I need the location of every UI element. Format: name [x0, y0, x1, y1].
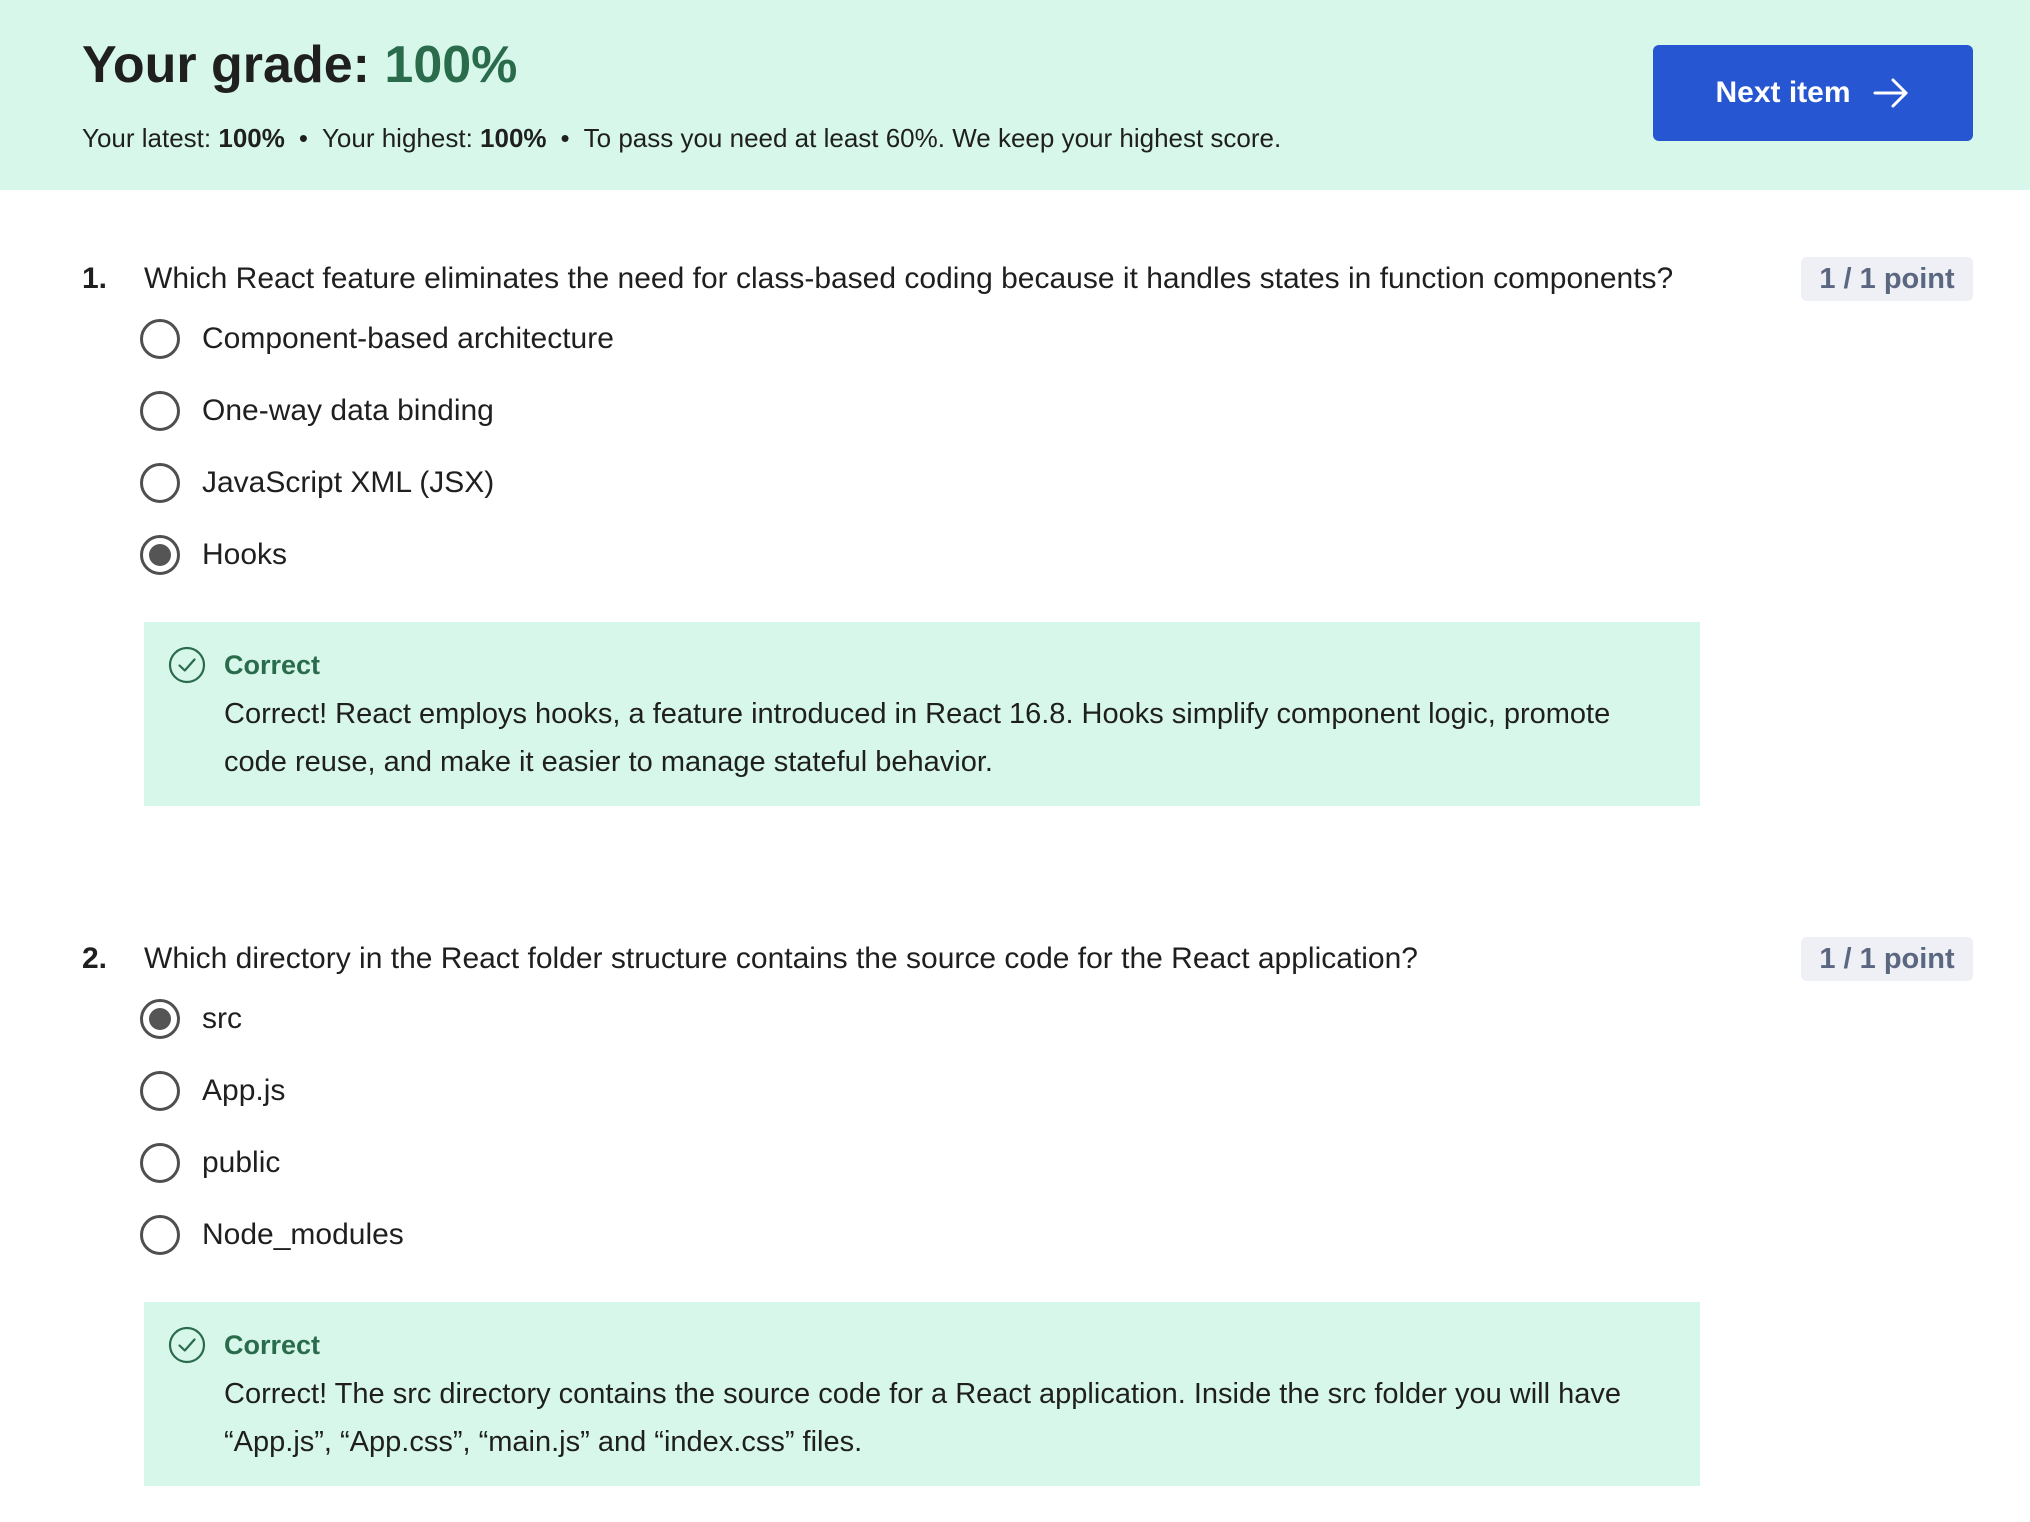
feedback-text: Correct! The src directory contains the …	[224, 1378, 1621, 1458]
grade-header: Your grade: 100% Your latest: 100% • Your …	[0, 0, 2030, 190]
feedback-title: Correct	[224, 1330, 321, 1360]
separator-dot: •	[560, 123, 570, 153]
next-item-button[interactable]: Next item	[1653, 45, 1973, 141]
feedback-text: Correct! React employs hooks, a feature …	[224, 698, 1611, 778]
feedback-box: Correct Correct! The src directory conta…	[144, 1302, 1700, 1486]
latest-label: Your latest:	[82, 123, 212, 153]
option-jsx[interactable]: JavaScript XML (JSX)	[140, 459, 494, 507]
pass-note: To pass you need at least 60%. We keep y…	[583, 123, 1282, 153]
option-label: JavaScript XML (JSX)	[202, 466, 495, 499]
option-label: public	[202, 1146, 281, 1179]
radio-button[interactable]	[140, 463, 180, 503]
feedback-title: Correct	[224, 650, 321, 680]
radio-button-selected[interactable]	[140, 999, 180, 1039]
option-component-based-architecture[interactable]: Component-based architecture	[140, 315, 614, 363]
highest-value: 100%	[480, 123, 547, 153]
option-node-modules[interactable]: Node_modules	[140, 1211, 404, 1259]
option-hooks[interactable]: Hooks	[140, 531, 287, 579]
option-label: src	[202, 1002, 242, 1035]
latest-value: 100%	[218, 123, 285, 153]
radio-button-selected[interactable]	[140, 535, 180, 575]
question-text: Which React feature eliminates the need …	[144, 262, 1674, 295]
option-label: App.js	[202, 1074, 286, 1107]
feedback-box: Correct Correct! React employs hooks, a …	[144, 622, 1700, 806]
arrow-right-icon	[1873, 78, 1908, 108]
check-circle-icon	[168, 1326, 206, 1364]
option-src[interactable]: src	[140, 995, 242, 1043]
option-public[interactable]: public	[140, 1139, 280, 1187]
option-one-way-data-binding[interactable]: One-way data binding	[140, 387, 494, 435]
radio-button[interactable]	[140, 1143, 180, 1183]
question-number: 2.	[82, 942, 108, 975]
next-item-label: Next item	[1715, 76, 1851, 109]
question-text: Which directory in the React folder stru…	[144, 942, 1418, 975]
points-badge: 1 / 1 point	[1801, 937, 1973, 981]
option-label: Hooks	[202, 538, 288, 571]
radio-button[interactable]	[140, 391, 180, 431]
grade-title: Your grade: 100%	[82, 30, 517, 100]
radio-button[interactable]	[140, 1071, 180, 1111]
grade-summary: Your latest: 100% • Your highest: 100% • To …	[82, 118, 1281, 158]
check-circle-icon	[168, 646, 206, 684]
highest-label: Your highest:	[321, 123, 473, 153]
option-label: Component-based architecture	[202, 322, 614, 355]
option-label: One-way data binding	[202, 394, 494, 427]
option-app-js[interactable]: App.js	[140, 1067, 285, 1115]
question-number: 1.	[82, 262, 108, 295]
grade-label: Your grade:	[82, 36, 370, 94]
points-badge: 1 / 1 point	[1801, 257, 1973, 301]
radio-button[interactable]	[140, 1215, 180, 1255]
option-label: Node_modules	[202, 1218, 404, 1251]
radio-button[interactable]	[140, 319, 180, 359]
separator-dot: •	[298, 123, 308, 153]
grade-value: 100%	[384, 36, 518, 94]
